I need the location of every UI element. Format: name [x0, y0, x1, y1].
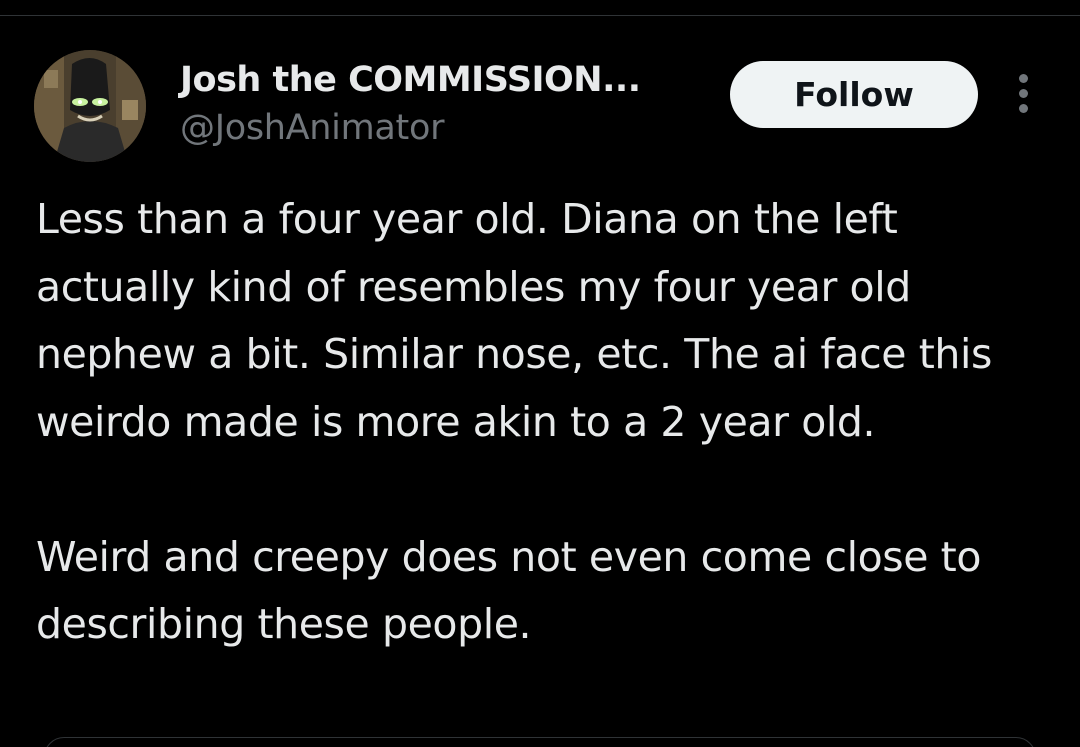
more-dot [1019, 74, 1028, 83]
tweet-paragraph: Weird and creepy does not even come clos… [36, 532, 982, 649]
tweet-paragraph: Less than a four year old. Diana on the … [36, 195, 992, 446]
display-name[interactable]: Josh the COMMISSION... [180, 56, 641, 104]
more-options-icon[interactable] [1004, 66, 1044, 122]
avatar[interactable] [34, 50, 146, 162]
avatar-image [34, 50, 146, 162]
more-dot [1019, 104, 1028, 113]
tweet-page: Josh the COMMISSION... @JoshAnimator Fol… [0, 0, 1080, 747]
media-card-edge [44, 737, 1036, 747]
tweet: Josh the COMMISSION... @JoshAnimator Fol… [0, 0, 1080, 747]
tweet-header: Josh the COMMISSION... @JoshAnimator Fol… [0, 0, 1080, 180]
tweet-text: Less than a four year old. Diana on the … [36, 186, 1046, 659]
more-dot [1019, 89, 1028, 98]
user-handle[interactable]: @JoshAnimator [180, 104, 444, 152]
follow-button[interactable]: Follow [730, 61, 978, 128]
user-info[interactable]: Josh the COMMISSION... @JoshAnimator [180, 56, 700, 156]
